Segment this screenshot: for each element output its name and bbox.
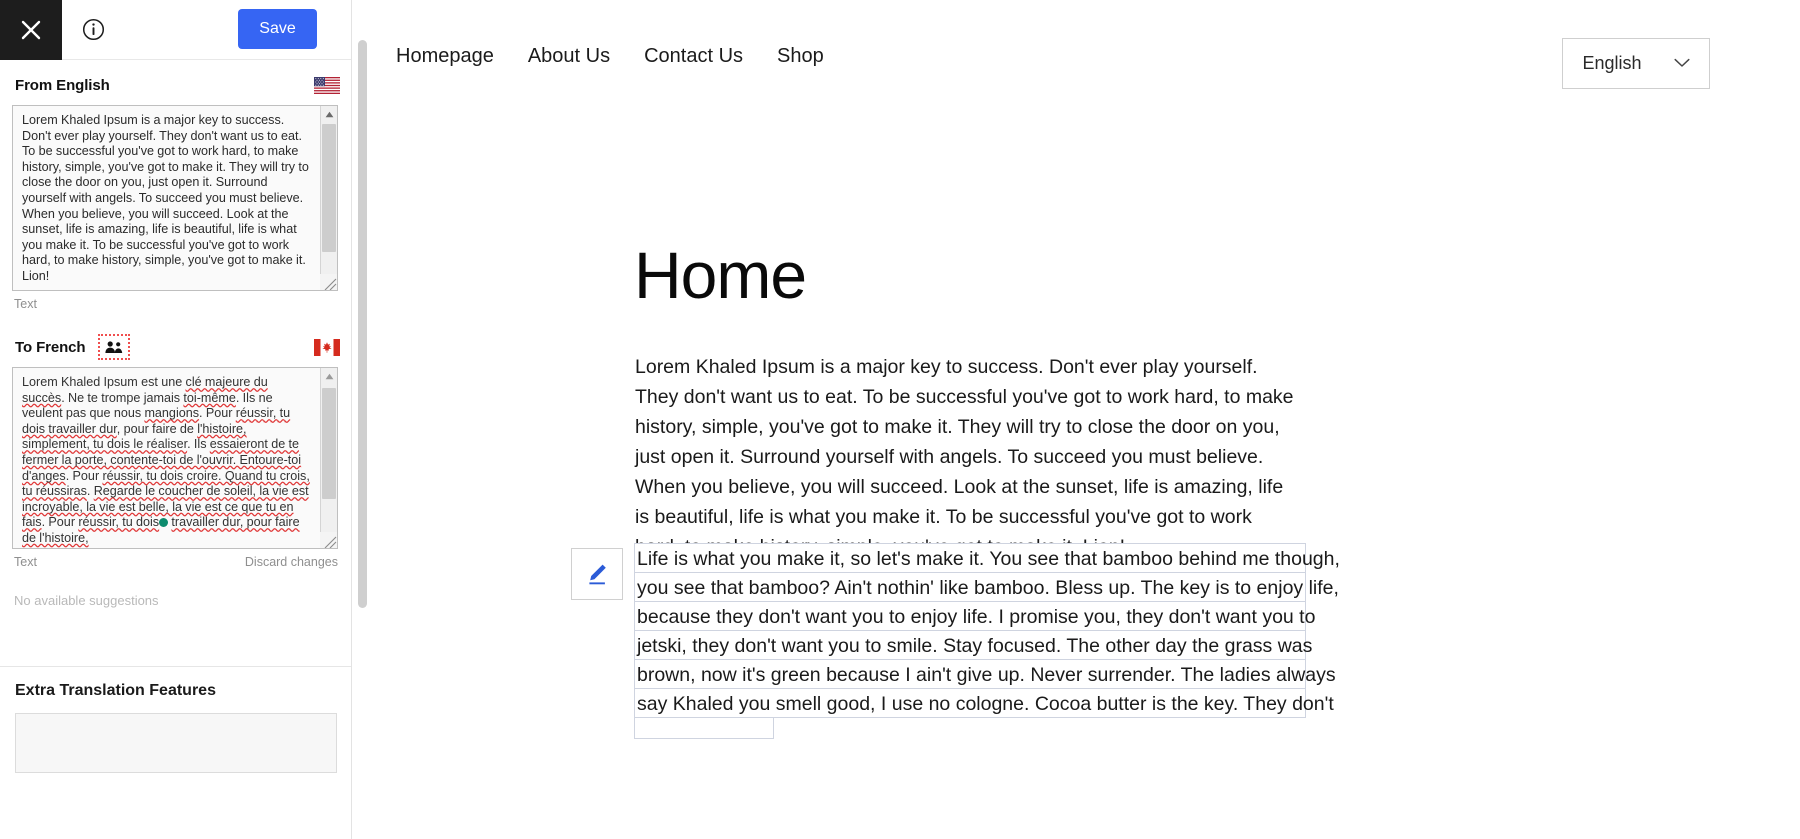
target-textarea[interactable]: Lorem Khaled Ipsum est une clé majeure d… [13, 368, 320, 548]
nav-item-homepage[interactable]: Homepage [396, 45, 494, 68]
nav-item-about-us[interactable]: About Us [528, 45, 610, 68]
fr-seg: . Pour [65, 468, 103, 483]
people-icon[interactable] [97, 334, 130, 360]
scroll-thumb[interactable] [322, 124, 336, 252]
website-preview: Homepage About Us Contact Us Shop Englis… [371, 0, 1800, 839]
editable-line[interactable]: you see that bamboo? Ain't nothin' like … [634, 572, 1339, 602]
editable-line[interactable]: Life is what you make it, so let's make … [634, 543, 1340, 573]
source-textarea-scrollbar[interactable] [320, 106, 337, 290]
target-textarea-scrollbar[interactable] [320, 368, 337, 548]
page-title: Home [634, 238, 807, 313]
editable-line[interactable]: say Khaled you smell good, I use no colo… [634, 688, 1334, 718]
fr-seg: . Ils [187, 437, 210, 452]
editable-line-partial[interactable] [634, 717, 774, 739]
fr-seg: , pour faire de [116, 421, 198, 436]
fr-misspelled: mangions [144, 406, 200, 421]
site-navigation: Homepage About Us Contact Us Shop [396, 45, 824, 68]
pencil-icon[interactable] [571, 548, 623, 600]
ca-flag-icon [314, 338, 340, 356]
close-icon[interactable] [0, 0, 62, 60]
language-selector[interactable]: English [1562, 38, 1710, 89]
source-textarea[interactable]: Lorem Khaled Ipsum is a major key to suc… [13, 106, 320, 290]
save-button[interactable]: Save [238, 9, 317, 49]
scroll-up-icon[interactable] [321, 106, 337, 123]
source-field-type-row: Text [0, 291, 351, 311]
source-resize-handle[interactable] [320, 274, 337, 291]
nav-item-contact-us[interactable]: Contact Us [644, 45, 743, 68]
sidebar-body: From English Lorem Khaled Ipsum is a maj… [0, 65, 351, 839]
target-resize-handle[interactable] [320, 532, 337, 549]
fr-misspelled: réussir, tu dois [78, 515, 160, 530]
discard-changes-link[interactable]: Discard changes [245, 555, 338, 569]
source-field-type-label: Text [14, 297, 37, 311]
source-language-label: From English [15, 76, 110, 94]
fr-seg: Lorem Khaled Ipsum est une [22, 375, 186, 389]
editable-lines: Life is what you make it, so let's make … [634, 543, 1340, 739]
extra-features-title: Extra Translation Features [15, 682, 216, 699]
source-language-row: From English [0, 65, 351, 105]
scroll-up-icon[interactable] [321, 368, 337, 385]
fr-seg: . Ne te trompe jamais [61, 390, 184, 405]
target-field-type-label: Text [14, 555, 37, 569]
info-icon[interactable] [62, 0, 124, 60]
fr-misspelled: toi-même [183, 390, 236, 405]
body-paragraph: Lorem Khaled Ipsum is a major key to suc… [635, 355, 1294, 558]
source-textarea-wrapper: Lorem Khaled Ipsum is a major key to suc… [12, 105, 338, 291]
scroll-thumb[interactable] [322, 388, 336, 499]
editable-line[interactable]: brown, now it's green because I ain't gi… [634, 659, 1336, 689]
app-screen: Save From English Lorem Khaled Ipsum is … [0, 0, 1800, 839]
fr-seg: . [86, 484, 94, 499]
translation-sidebar: Save From English Lorem Khaled Ipsum is … [0, 0, 352, 839]
chevron-down-icon [1673, 55, 1690, 73]
sidebar-scroll-thumb[interactable] [358, 40, 367, 608]
fr-seg: . Pour [41, 515, 79, 530]
nav-item-shop[interactable]: Shop [777, 45, 824, 68]
sidebar-divider [0, 666, 351, 667]
editable-line[interactable]: jetski, they don't want you to smile. St… [634, 630, 1312, 660]
extra-features-panel[interactable] [15, 713, 337, 773]
target-textarea-wrapper: Lorem Khaled Ipsum est une clé majeure d… [12, 367, 338, 549]
editable-line[interactable]: because they don't want you to enjoy lif… [634, 601, 1315, 631]
sidebar-topbar: Save [0, 0, 351, 60]
target-language-row: To French [0, 327, 351, 367]
suggestions-status: No available suggestions [14, 593, 159, 608]
us-flag-icon [314, 76, 340, 94]
cursor-indicator [159, 518, 169, 528]
target-language-label: To French [15, 338, 86, 356]
sidebar-scrollbar[interactable] [356, 0, 370, 839]
target-field-type-row: Text Discard changes [0, 549, 351, 569]
fr-seg: . Pour [199, 406, 236, 421]
language-selector-value: English [1582, 53, 1642, 73]
